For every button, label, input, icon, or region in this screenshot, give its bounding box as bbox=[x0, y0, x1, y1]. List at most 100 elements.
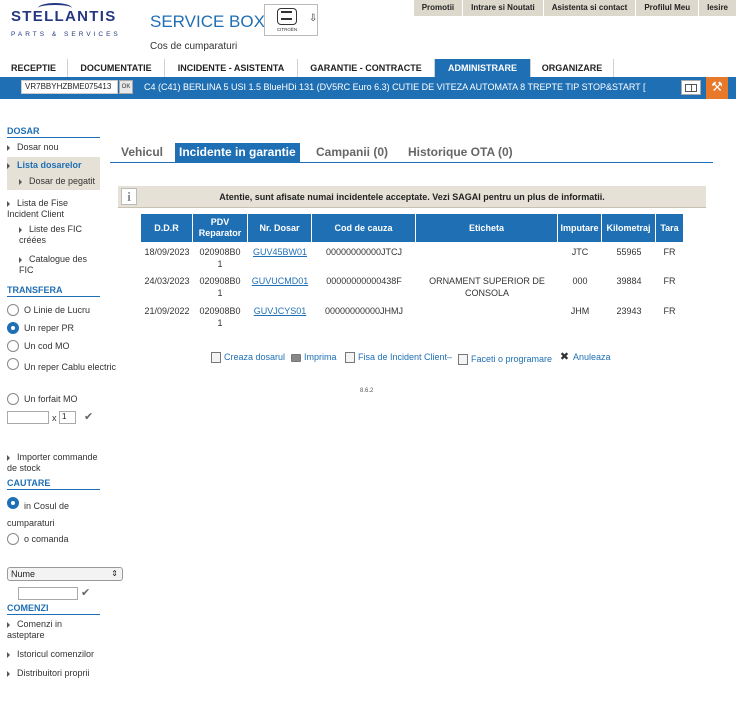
sidebar-item-dosar-nou[interactable]: Dosar nou bbox=[7, 142, 59, 152]
table-cell: JTC bbox=[571, 247, 589, 257]
dosar-link[interactable]: GUV45BW01 bbox=[248, 246, 312, 258]
search-go-checkmark-icon[interactable]: ✔ bbox=[81, 586, 90, 599]
stellantis-logo: STELLANTIS PARTS & SERVICES bbox=[8, 3, 126, 42]
col-header-tara: Tara bbox=[656, 214, 683, 242]
section-title-transfera: TRANSFERA bbox=[7, 285, 100, 297]
col-header-kilometraj: Kilometraj bbox=[602, 214, 656, 242]
printer-icon bbox=[291, 353, 301, 362]
bullet-icon bbox=[7, 454, 10, 461]
brand-name: CITROËN bbox=[276, 27, 298, 32]
version-label: 8.6.2 bbox=[360, 388, 374, 394]
section-title-cautare: CAUTARE bbox=[7, 478, 100, 490]
book-icon[interactable] bbox=[681, 80, 701, 95]
table-cell: 020908B01 bbox=[199, 306, 241, 328]
bullet-icon bbox=[7, 651, 10, 658]
app-title: SERVICE BOX bbox=[150, 12, 265, 31]
radio-linie-lucru[interactable] bbox=[7, 304, 19, 316]
ctab-campanii[interactable]: Campanii (0) bbox=[316, 143, 388, 163]
vin-ok-button[interactable]: OK bbox=[119, 80, 133, 94]
tab-organizare[interactable]: ORGANIZARE bbox=[531, 59, 614, 77]
tab-garantie-contracte[interactable]: GARANTIE - CONTRACTE bbox=[298, 59, 435, 77]
label-linie-lucru: O Linie de Lucru bbox=[24, 305, 91, 315]
vehicle-bar: VR7BBYHZBME075413 OK C4 (C41) BERLINA 5 … bbox=[0, 77, 736, 99]
faceti-programare-button[interactable]: Faceti o programare bbox=[458, 354, 552, 366]
fisa-incident-button[interactable]: Fisa de Incident Client– bbox=[345, 352, 452, 364]
brand-selector[interactable]: CITROËN ⇩ bbox=[264, 4, 318, 36]
tab-incidente-asistenta[interactable]: INCIDENTE - ASISTENTA bbox=[165, 59, 298, 77]
search-input[interactable] bbox=[18, 587, 78, 600]
anuleaza-button[interactable]: ✖ Anuleaza bbox=[559, 352, 611, 363]
table-cell: FR bbox=[663, 247, 676, 257]
tab-documentatie[interactable]: DOCUMENTATIE bbox=[68, 59, 165, 77]
table-cell: 020908B01 bbox=[199, 276, 241, 298]
sidebar-item-dosar-pegatit[interactable]: Dosar de pegatit bbox=[19, 176, 95, 186]
label-reper-cablu: Un reper Cablu electric bbox=[24, 362, 117, 372]
table-cell: FR bbox=[663, 306, 676, 316]
notice-banner: Atentie, sunt afisate numai incidentele … bbox=[118, 186, 706, 208]
ctab-incidente-garantie[interactable]: Incidente in garantie bbox=[175, 143, 300, 163]
document-icon bbox=[345, 352, 355, 364]
vehicle-description: C4 (C41) BERLINA 5 USI 1.5 BlueHDi 131 (… bbox=[144, 82, 646, 92]
imprima-button[interactable]: Imprima bbox=[291, 352, 337, 362]
label-reper-pr: Un reper PR bbox=[24, 323, 75, 333]
transfer-code-input[interactable] bbox=[7, 411, 49, 424]
topnav-iesire[interactable]: Iesire bbox=[698, 0, 736, 16]
topnav-profilul-meu[interactable]: Profilul Meu bbox=[635, 0, 699, 16]
sidebar-item-comenzi-asteptare[interactable]: Comenzi in asteptare bbox=[7, 619, 97, 641]
bullet-icon bbox=[7, 144, 10, 151]
chevron-updown-icon: ⇕ bbox=[111, 569, 118, 578]
bullet-icon bbox=[7, 621, 10, 628]
radio-reper-pr[interactable] bbox=[7, 322, 19, 334]
sidebar-item-lista-fise[interactable]: Lista de Fise Incident Client bbox=[7, 198, 97, 220]
bullet-icon bbox=[7, 670, 10, 677]
sidebar-item-distribuitori[interactable]: Distribuitori proprii bbox=[7, 668, 90, 678]
ctab-historique-ota[interactable]: Historique OTA (0) bbox=[408, 143, 513, 163]
label-forfait-mo: Un forfait MO bbox=[24, 394, 78, 404]
sidebar-item-lista-dosarelor[interactable]: Lista dosarelor bbox=[7, 160, 82, 170]
radio-forfait-mo[interactable] bbox=[7, 393, 19, 405]
table-cell: 23943 bbox=[616, 306, 642, 316]
label-o-comanda: o comanda bbox=[24, 534, 69, 544]
tab-receptie[interactable]: RECEPTIE bbox=[0, 59, 68, 77]
table-cell: 39884 bbox=[616, 276, 642, 286]
table-cell: 00000000000438F bbox=[326, 276, 402, 286]
radio-cod-mo[interactable] bbox=[7, 340, 19, 352]
table-cell: 18/09/2023 bbox=[144, 247, 190, 257]
logo-sub-text: PARTS & SERVICES bbox=[11, 31, 121, 38]
vin-input[interactable]: VR7BBYHZBME075413 bbox=[21, 80, 118, 94]
topnav-promotii[interactable]: Promotii bbox=[412, 0, 463, 16]
sidebar-item-catalogue-fic[interactable]: Catalogue des FIC bbox=[19, 254, 99, 276]
table-cell: 000 bbox=[572, 276, 588, 286]
tab-administrare[interactable]: ADMINISTRARE bbox=[435, 59, 531, 77]
bullet-icon bbox=[7, 200, 10, 207]
checkmark-icon[interactable]: ✔ bbox=[84, 410, 93, 423]
app-subtitle: Cos de cumparaturi bbox=[150, 41, 238, 52]
col-header-nr-dosar: Nr. Dosar bbox=[248, 214, 312, 242]
search-field-select[interactable]: Nume ⇕ bbox=[7, 567, 123, 581]
sidebar-item-importer[interactable]: Importer commande de stock bbox=[7, 452, 102, 474]
sidebar-item-liste-fic[interactable]: Liste des FIC créées bbox=[19, 224, 99, 246]
bullet-icon bbox=[19, 256, 22, 263]
creaza-dosarul-button[interactable]: Creaza dosarul bbox=[211, 352, 285, 364]
bullet-icon bbox=[19, 226, 22, 233]
transfer-qty-input[interactable]: 1 bbox=[59, 411, 76, 424]
sidebar-item-istoricul-comenzilor[interactable]: Istoricul comenzilor bbox=[7, 649, 94, 659]
new-document-icon bbox=[211, 352, 221, 364]
topnav-asistenta[interactable]: Asistenta si contact bbox=[542, 0, 636, 16]
close-icon: ✖ bbox=[559, 351, 570, 364]
radio-o-comanda[interactable] bbox=[7, 533, 19, 545]
col-header-ddr: D.D.R bbox=[141, 214, 193, 242]
wrench-icon[interactable]: ⚒ bbox=[706, 77, 728, 99]
table-cell: ORNAMENT SUPERIOR DE CONSOLA bbox=[429, 276, 545, 298]
calendar-icon bbox=[458, 354, 468, 366]
dosar-link[interactable]: GUVJCYS01 bbox=[248, 305, 312, 317]
table-cell: 55965 bbox=[616, 247, 642, 257]
topnav-intrare-noutati[interactable]: Intrare si Noutati bbox=[462, 0, 543, 16]
top-nav: Promotii Intrare si Noutati Asistenta si… bbox=[412, 0, 736, 16]
citroen-logo-icon bbox=[277, 8, 297, 25]
brand-dropdown-icon: ⇩ bbox=[309, 13, 318, 24]
dosar-link[interactable]: GUVUCMD01 bbox=[248, 275, 312, 287]
ctab-vehicul[interactable]: Vehicul bbox=[121, 143, 163, 163]
col-header-pdv: PDV Reparator bbox=[193, 214, 248, 242]
section-title-dosar: DOSAR bbox=[7, 126, 100, 138]
